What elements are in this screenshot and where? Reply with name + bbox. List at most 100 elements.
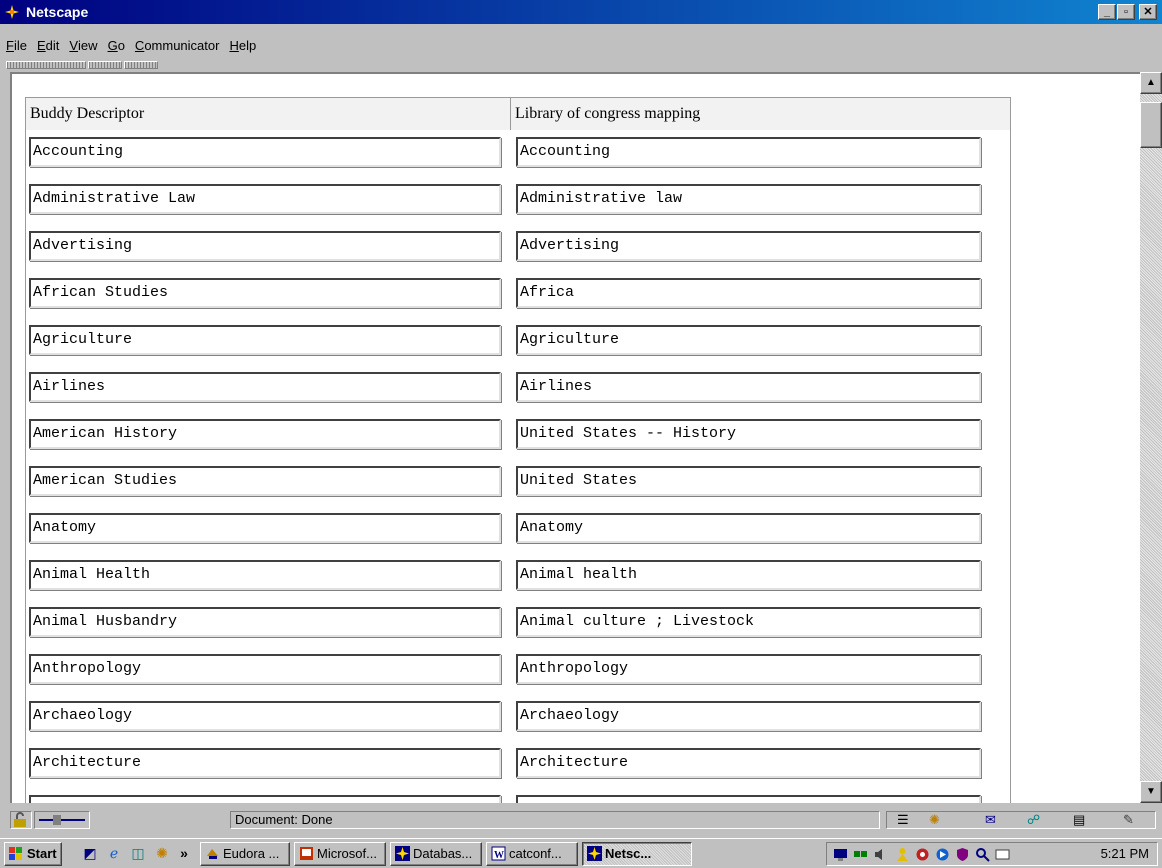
- loc-mapping-field[interactable]: Art: [516, 795, 981, 803]
- table-row: Animal Husbandry Animal culture ; Livesto…: [26, 600, 1010, 647]
- edit-icon[interactable]: ✎: [1123, 812, 1134, 828]
- connection-status-icon: [34, 811, 90, 829]
- menu-help[interactable]: Help: [224, 36, 261, 56]
- loc-mapping-field[interactable]: Airlines: [516, 372, 981, 402]
- menu-edit[interactable]: Edit: [32, 36, 64, 56]
- table-row: American Studies United States: [26, 459, 1010, 506]
- scroll-up-button[interactable]: ▲: [1140, 72, 1162, 94]
- buddy-descriptor-field[interactable]: American Studies: [29, 466, 501, 496]
- task-catconf[interactable]: W catconf...: [486, 842, 578, 866]
- start-button[interactable]: Start: [4, 842, 62, 866]
- realplayer-icon[interactable]: [935, 847, 950, 862]
- monitor-icon[interactable]: [995, 847, 1010, 862]
- menu-communicator[interactable]: Communicator: [130, 36, 225, 56]
- loc-mapping-field[interactable]: United States: [516, 466, 981, 496]
- toolbar-grip-location[interactable]: [88, 61, 122, 69]
- show-desktop-icon[interactable]: ◩: [82, 845, 98, 861]
- composer-icon[interactable]: ▤: [1073, 812, 1085, 828]
- scroll-down-button[interactable]: ▼: [1140, 781, 1162, 803]
- buddy-descriptor-field[interactable]: Architecture: [29, 748, 501, 778]
- buddy-descriptor-field[interactable]: Anatomy: [29, 513, 501, 543]
- loc-mapping-field[interactable]: Animal culture ; Livestock: [516, 607, 981, 637]
- table-row: African Studies Africa: [26, 271, 1010, 318]
- antivirus-icon[interactable]: [915, 847, 930, 862]
- search-icon[interactable]: [975, 847, 990, 862]
- network-icon[interactable]: [853, 847, 868, 862]
- table-row: Art Art: [26, 788, 1010, 803]
- loc-mapping-field[interactable]: Archaeology: [516, 701, 981, 731]
- loc-mapping-field[interactable]: United States -- History: [516, 419, 981, 449]
- loc-mapping-field[interactable]: Administrative law: [516, 184, 981, 214]
- system-tray: 5:21 PM: [826, 842, 1158, 866]
- menu-file[interactable]: File: [0, 36, 32, 56]
- outlook-express-icon[interactable]: ◫: [130, 845, 146, 861]
- loc-mapping-field[interactable]: Anthropology: [516, 654, 981, 684]
- task-netscape-label: Netsc...: [605, 846, 652, 861]
- loc-mapping-field[interactable]: Advertising: [516, 231, 981, 261]
- loc-mapping-field[interactable]: Agriculture: [516, 325, 981, 355]
- table-row: Anatomy Anatomy: [26, 506, 1010, 553]
- task-microsoft[interactable]: Microsof...: [294, 842, 386, 866]
- buddy-descriptor-field[interactable]: Airlines: [29, 372, 501, 402]
- display-settings-icon[interactable]: [833, 847, 848, 862]
- internet-explorer-icon[interactable]: ℯ: [106, 845, 122, 861]
- table-row: Architecture Architecture: [26, 741, 1010, 788]
- loc-mapping-field[interactable]: Animal health: [516, 560, 981, 590]
- task-database-label: Databas...: [413, 846, 473, 861]
- status-text: Document: Done: [230, 811, 880, 829]
- header-buddy-descriptor: Buddy Descriptor: [26, 98, 511, 130]
- task-catconf-label: catconf...: [509, 846, 562, 861]
- vertical-scrollbar[interactable]: ▲ ▼: [1140, 72, 1162, 803]
- user-tray-icon[interactable]: [895, 847, 910, 862]
- shield-icon[interactable]: [955, 847, 970, 862]
- buddy-descriptor-field[interactable]: Art: [29, 795, 501, 803]
- loc-mapping-field[interactable]: Accounting: [516, 137, 981, 167]
- task-microsoft-label: Microsof...: [317, 846, 377, 861]
- buddy-descriptor-field[interactable]: Administrative Law: [29, 184, 501, 214]
- loc-mapping-field[interactable]: Africa: [516, 278, 981, 308]
- netscape-quicklaunch-icon[interactable]: ✺: [154, 845, 170, 861]
- windows-logo-icon: [9, 847, 22, 860]
- security-lock-icon[interactable]: [10, 811, 32, 829]
- toolbar-grip-navigation[interactable]: [6, 61, 86, 69]
- scroll-thumb[interactable]: [1140, 102, 1162, 148]
- buddy-descriptor-field[interactable]: Archaeology: [29, 701, 501, 731]
- close-button[interactable]: ✕: [1139, 4, 1157, 20]
- buddy-descriptor-field[interactable]: Agriculture: [29, 325, 501, 355]
- maximize-button[interactable]: ▫: [1117, 4, 1135, 20]
- menu-go[interactable]: Go: [103, 36, 130, 56]
- header-loc-mapping: Library of congress mapping: [515, 105, 701, 122]
- buddy-descriptor-field[interactable]: Animal Health: [29, 560, 501, 590]
- title-bar[interactable]: Netscape _ ▫ ✕: [0, 0, 1162, 24]
- buddy-descriptor-field[interactable]: American History: [29, 419, 501, 449]
- buddy-descriptor-field[interactable]: African Studies: [29, 278, 501, 308]
- task-eudora[interactable]: Eudora ...: [200, 842, 290, 866]
- table-row: American History United States -- History: [26, 412, 1010, 459]
- buddy-descriptor-field[interactable]: Advertising: [29, 231, 501, 261]
- buddy-descriptor-field[interactable]: Anthropology: [29, 654, 501, 684]
- eudora-icon: [207, 849, 218, 859]
- quicklaunch-more[interactable]: »: [176, 845, 192, 861]
- task-netscape[interactable]: Netsc...: [582, 842, 692, 866]
- toolbar-grip-personal[interactable]: [124, 61, 158, 69]
- loc-mapping-field[interactable]: Anatomy: [516, 513, 981, 543]
- component-bar: ☰ ✺ ✉ ☍ ▤ ✎: [886, 811, 1156, 829]
- netscape-logo-icon: [4, 4, 20, 20]
- netscape-task-icon: [587, 846, 602, 861]
- powerpoint-icon: [300, 847, 313, 860]
- buddy-descriptor-field[interactable]: Accounting: [29, 137, 501, 167]
- menu-view[interactable]: View: [64, 36, 102, 56]
- page-icon[interactable]: ☰: [897, 812, 909, 828]
- task-database[interactable]: Databas...: [390, 842, 482, 866]
- mapping-table: Buddy Descriptor Library of congress map…: [25, 97, 1011, 803]
- navigator-icon[interactable]: ✺: [929, 812, 940, 828]
- buddy-descriptor-field[interactable]: Animal Husbandry: [29, 607, 501, 637]
- table-row: Anthropology Anthropology: [26, 647, 1010, 694]
- svg-text:W: W: [494, 850, 504, 861]
- volume-icon[interactable]: [873, 847, 888, 862]
- discussion-icon[interactable]: ☍: [1027, 812, 1040, 828]
- mail-icon[interactable]: ✉: [985, 812, 996, 828]
- table-header: Buddy Descriptor Library of congress map…: [26, 98, 1010, 130]
- loc-mapping-field[interactable]: Architecture: [516, 748, 981, 778]
- minimize-button[interactable]: _: [1098, 4, 1116, 20]
